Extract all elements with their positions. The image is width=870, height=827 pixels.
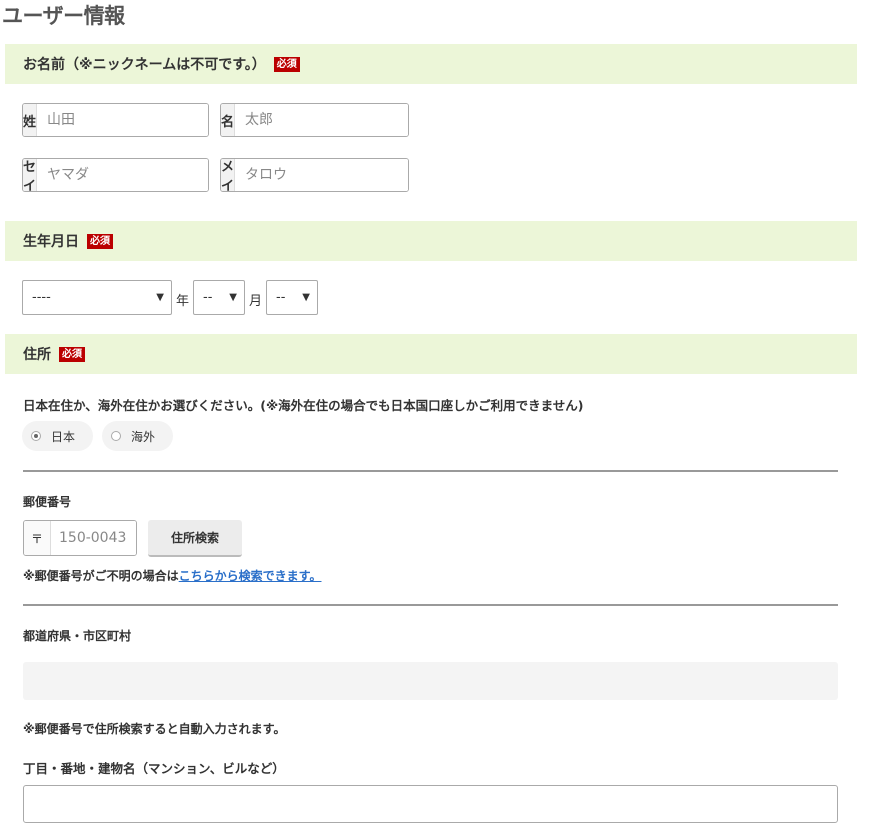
- residence-option-label: 海外: [131, 429, 156, 444]
- last-name-input[interactable]: [37, 104, 208, 136]
- first-name-kana-prefix: メイ: [221, 159, 236, 192]
- address-search-button[interactable]: 住所検索: [148, 520, 242, 557]
- residence-option-label: 日本: [51, 429, 76, 444]
- birthdate-section-header: 生年月日 必須: [5, 221, 857, 261]
- radio-checked-icon: [31, 431, 41, 441]
- last-name-kana-field[interactable]: セイ: [22, 158, 209, 192]
- prefecture-city-label: 都道府県・市区町村: [23, 629, 132, 643]
- address-section-title: 住所: [23, 347, 51, 363]
- street-address-input[interactable]: [23, 785, 838, 823]
- dropdown-arrow-icon: ▼: [229, 292, 237, 303]
- last-name-kana-input[interactable]: [37, 159, 208, 191]
- first-name-input[interactable]: [235, 104, 408, 136]
- divider: [23, 604, 838, 606]
- postal-code-field[interactable]: 〒: [23, 520, 137, 556]
- divider: [23, 470, 838, 472]
- residence-question: 日本在住か、海外在住かお選びください。(※海外在住の場合でも日本国口座しかご利用…: [23, 398, 584, 413]
- last-name-kana-prefix: セイ: [23, 159, 38, 192]
- birth-day-value: --: [276, 290, 286, 305]
- month-unit-label: 月: [249, 294, 263, 309]
- birth-year-value: ----: [32, 290, 51, 305]
- first-name-prefix: 名: [221, 104, 236, 136]
- dropdown-arrow-icon: ▼: [302, 292, 310, 303]
- required-badge: 必須: [273, 56, 300, 72]
- year-unit-label: 年: [176, 294, 190, 309]
- autofill-note: ※郵便番号で住所検索すると自動入力されます。: [23, 722, 286, 736]
- birth-month-select[interactable]: -- ▼: [193, 280, 245, 315]
- postal-help-text: ※郵便番号がご不明の場合はこちらから検索できます。: [23, 567, 321, 584]
- first-name-kana-field[interactable]: メイ: [220, 158, 409, 192]
- name-section-title: お名前（※ニックネームは不可です。）: [23, 57, 266, 73]
- postal-code-label: 郵便番号: [23, 495, 72, 509]
- last-name-prefix: 姓: [23, 104, 38, 136]
- page-title: ユーザー情報: [2, 4, 125, 28]
- birthdate-section-title: 生年月日: [23, 234, 79, 250]
- birth-year-select[interactable]: ---- ▼: [22, 280, 172, 315]
- first-name-kana-input[interactable]: [235, 159, 408, 191]
- radio-unchecked-icon: [111, 431, 121, 441]
- residence-option-japan[interactable]: 日本: [22, 421, 93, 451]
- postal-code-input[interactable]: [51, 521, 136, 555]
- prefecture-city-field: [23, 662, 838, 700]
- address-section-header: 住所 必須: [5, 334, 857, 374]
- residence-option-overseas[interactable]: 海外: [102, 421, 173, 451]
- birth-month-value: --: [203, 290, 213, 305]
- required-badge: 必須: [87, 233, 113, 249]
- first-name-field[interactable]: 名: [220, 103, 409, 137]
- street-address-label: 丁目・番地・建物名（マンション、ビルなど）: [23, 761, 285, 776]
- dropdown-arrow-icon: ▼: [156, 292, 164, 303]
- postal-search-link[interactable]: こちらから検索できます。: [179, 569, 322, 583]
- postal-help-prefix: ※郵便番号がご不明の場合は: [23, 569, 179, 583]
- name-section-header: お名前（※ニックネームは不可です。） 必須: [5, 44, 857, 84]
- birth-day-select[interactable]: -- ▼: [266, 280, 318, 315]
- last-name-field[interactable]: 姓: [22, 103, 209, 137]
- required-badge: 必須: [59, 346, 85, 362]
- postal-mark-icon: 〒: [24, 521, 51, 555]
